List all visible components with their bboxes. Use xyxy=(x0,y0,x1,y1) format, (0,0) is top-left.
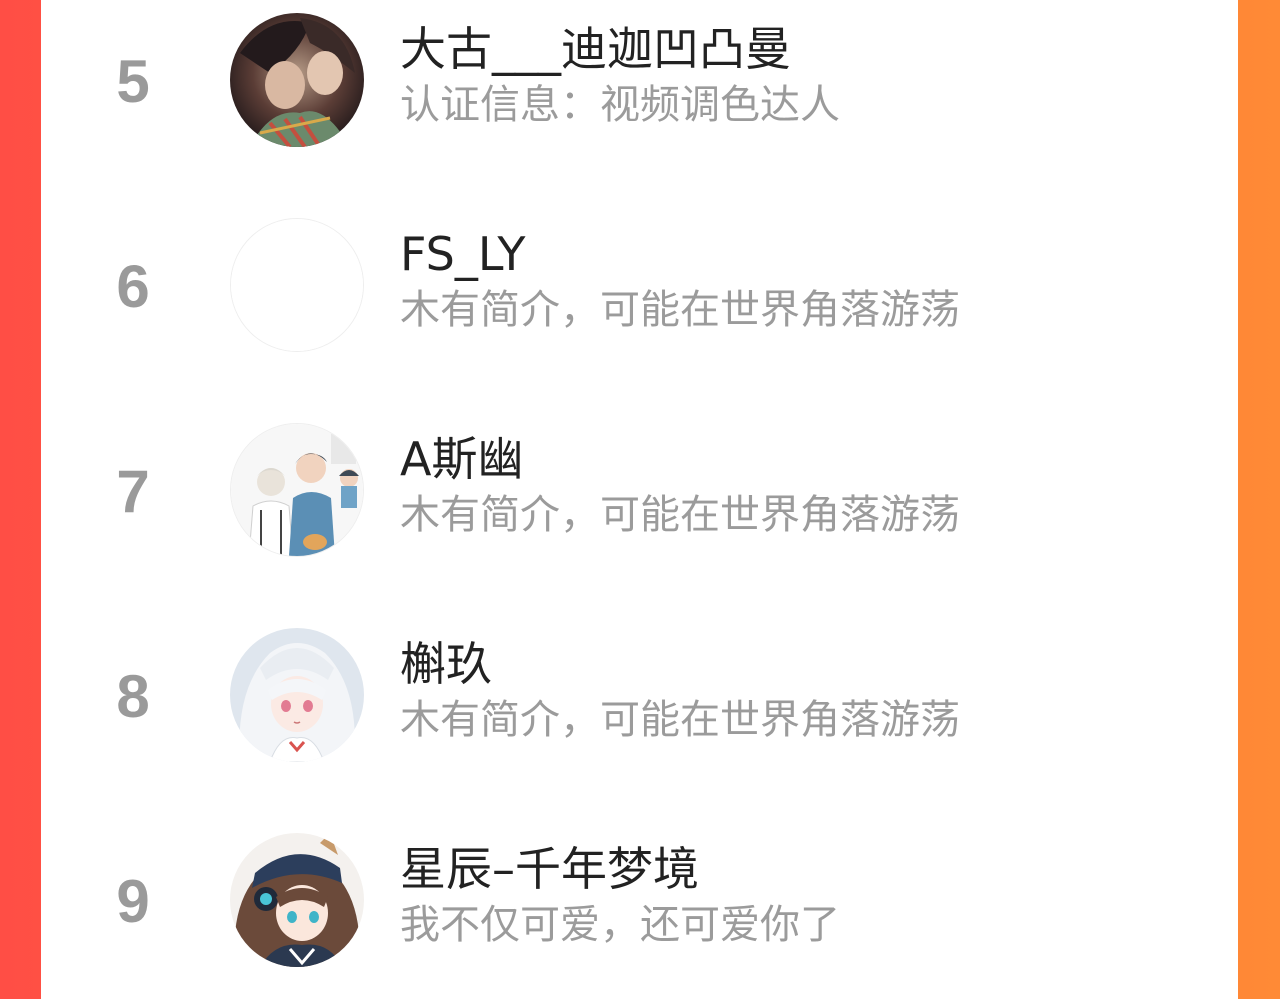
user-avatar[interactable] xyxy=(230,13,364,147)
user-name[interactable]: 槲玖 xyxy=(400,639,492,689)
user-bio: 木有简介，可能在世界角落游荡 xyxy=(400,287,960,333)
user-bio: 木有简介，可能在世界角落游荡 xyxy=(400,492,960,538)
ranking-row[interactable]: 7 A斯幽 木有简介，可能在世界角落游荡 xyxy=(41,410,1238,570)
rank-number: 7 xyxy=(116,458,150,525)
rank-number: 8 xyxy=(116,663,150,730)
anime-avatar-white-hair-girl-icon xyxy=(230,628,364,762)
user-name[interactable]: A斯幽 xyxy=(400,434,523,484)
user-name[interactable]: 大古___迪迦凹凸曼 xyxy=(400,24,791,74)
anime-avatar-dark-couple-icon xyxy=(230,13,364,147)
anime-avatar-boys-icon xyxy=(231,424,363,556)
blank-avatar-icon xyxy=(231,219,363,351)
rank-number: 9 xyxy=(116,868,150,935)
user-bio: 木有简介，可能在世界角落游荡 xyxy=(400,697,960,743)
user-avatar[interactable] xyxy=(230,628,364,762)
user-name[interactable]: 星辰–千年梦境 xyxy=(400,844,699,894)
ranking-panel: 5 大古___迪迦凹凸曼 认证信息：视频调色达人 6 FS_LY 木有简介，可能… xyxy=(41,0,1238,999)
user-avatar[interactable] xyxy=(230,423,364,557)
ranking-row[interactable]: 6 FS_LY 木有简介，可能在世界角落游荡 xyxy=(41,205,1238,365)
ranking-row[interactable]: 5 大古___迪迦凹凸曼 认证信息：视频调色达人 xyxy=(41,0,1238,160)
ranking-row[interactable]: 9 星辰–千年梦境 我不仅可爱，还可爱你了 xyxy=(41,820,1238,980)
user-bio: 我不仅可爱，还可爱你了 xyxy=(400,902,840,948)
anime-avatar-cap-girl-icon xyxy=(230,833,364,967)
rank-number: 5 xyxy=(116,48,150,115)
user-avatar[interactable] xyxy=(230,218,364,352)
ranking-row[interactable]: 8 槲玖 木有简介，可能在世界角落游荡 xyxy=(41,615,1238,775)
rank-number: 6 xyxy=(116,253,150,320)
user-avatar[interactable] xyxy=(230,833,364,967)
user-name[interactable]: FS_LY xyxy=(400,229,525,279)
user-bio: 认证信息：视频调色达人 xyxy=(400,82,840,128)
